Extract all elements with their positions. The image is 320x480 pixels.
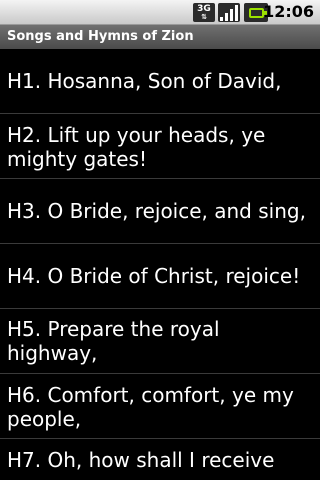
list-item[interactable]: H7. Oh, how shall I receive — [0, 439, 320, 480]
app-title: Songs and Hymns of Zion — [0, 25, 320, 49]
list-item-label: H5. Prepare the royal highway, — [7, 317, 220, 365]
list-item-label: H2. Lift up your heads, ye mighty gates! — [7, 123, 266, 171]
signal-strength-icon — [218, 3, 240, 22]
list-item-label: H7. Oh, how shall I receive — [7, 448, 275, 472]
clock: 12:06 — [263, 2, 314, 21]
list-item-label: H6. Comfort, comfort, ye my people, — [7, 383, 294, 431]
list-item[interactable]: H4. O Bride of Christ, rejoice! — [0, 244, 320, 309]
status-bar: 3G ⇅ 12:06 — [0, 0, 320, 25]
list-item-label: H4. O Bride of Christ, rejoice! — [7, 264, 301, 288]
hymn-list[interactable]: H1. Hosanna, Son of David, H2. Lift up y… — [0, 49, 320, 480]
network-3g-icon: 3G ⇅ — [193, 3, 215, 22]
list-item-label: H3. O Bride, rejoice, and sing, — [7, 199, 306, 223]
list-item[interactable]: H5. Prepare the royal highway, — [0, 309, 320, 374]
list-item[interactable]: H3. O Bride, rejoice, and sing, — [0, 179, 320, 244]
list-item[interactable]: H6. Comfort, comfort, ye my people, — [0, 374, 320, 439]
list-item[interactable]: H1. Hosanna, Son of David, — [0, 49, 320, 114]
list-item[interactable]: H2. Lift up your heads, ye mighty gates! — [0, 114, 320, 179]
list-item-label: H1. Hosanna, Son of David, — [7, 69, 282, 93]
